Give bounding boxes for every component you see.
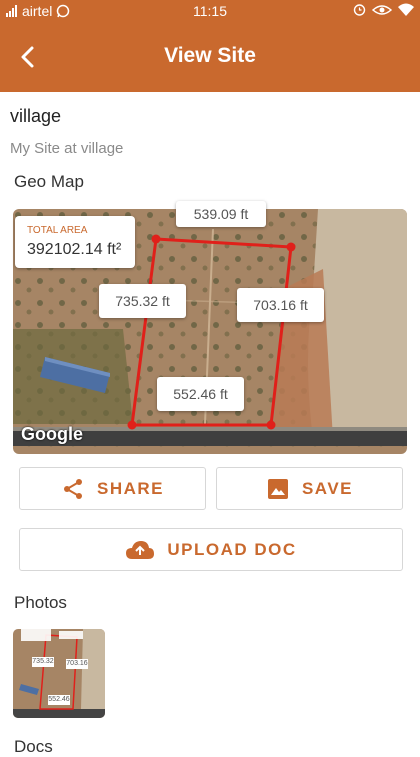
upload-label: UPLOAD DOC (167, 539, 297, 559)
cloud-upload-icon (126, 540, 155, 559)
share-button[interactable]: SHARE (19, 467, 206, 510)
total-area-card: TOTAL AREA 392102.14 ft² (15, 216, 135, 268)
thumb-label-right: 703.16 (66, 659, 88, 669)
geo-map-heading: Geo Map (14, 172, 84, 191)
thumb-label-bottom: 552.46 (48, 695, 70, 705)
save-label: SAVE (301, 478, 354, 498)
total-area-label: TOTAL AREA (27, 225, 88, 236)
docs-heading: Docs (14, 737, 53, 756)
site-name: village (10, 106, 62, 126)
image-icon (267, 478, 288, 499)
google-logo: Google (21, 424, 83, 444)
photo-thumbnail[interactable]: 735.32 703.16 552.46 (13, 629, 105, 718)
side-length-right: 703.16 ft (237, 288, 324, 322)
save-button[interactable]: SAVE (216, 467, 403, 510)
wifi-icon (398, 3, 414, 16)
side-length-bottom: 552.46 ft (157, 377, 244, 411)
share-icon (63, 478, 82, 499)
eye-icon (372, 4, 392, 15)
upload-doc-button[interactable]: UPLOAD DOC (19, 528, 403, 571)
page-title: View Site (164, 44, 256, 67)
total-area-value: 392102.14 ft² (27, 241, 122, 258)
app-bar: View Site (0, 22, 420, 92)
side-length-top: 539.09 ft (176, 201, 266, 227)
status-right (353, 3, 414, 16)
photos-heading: Photos (14, 593, 67, 612)
thumb-label-left: 735.32 (32, 657, 54, 667)
alarm-icon (353, 4, 366, 16)
side-length-left: 735.32 ft (99, 284, 186, 318)
site-subtitle: My Site at village (10, 140, 124, 157)
status-bar: airtel 11:15 (0, 0, 420, 22)
share-label: SHARE (96, 478, 164, 498)
